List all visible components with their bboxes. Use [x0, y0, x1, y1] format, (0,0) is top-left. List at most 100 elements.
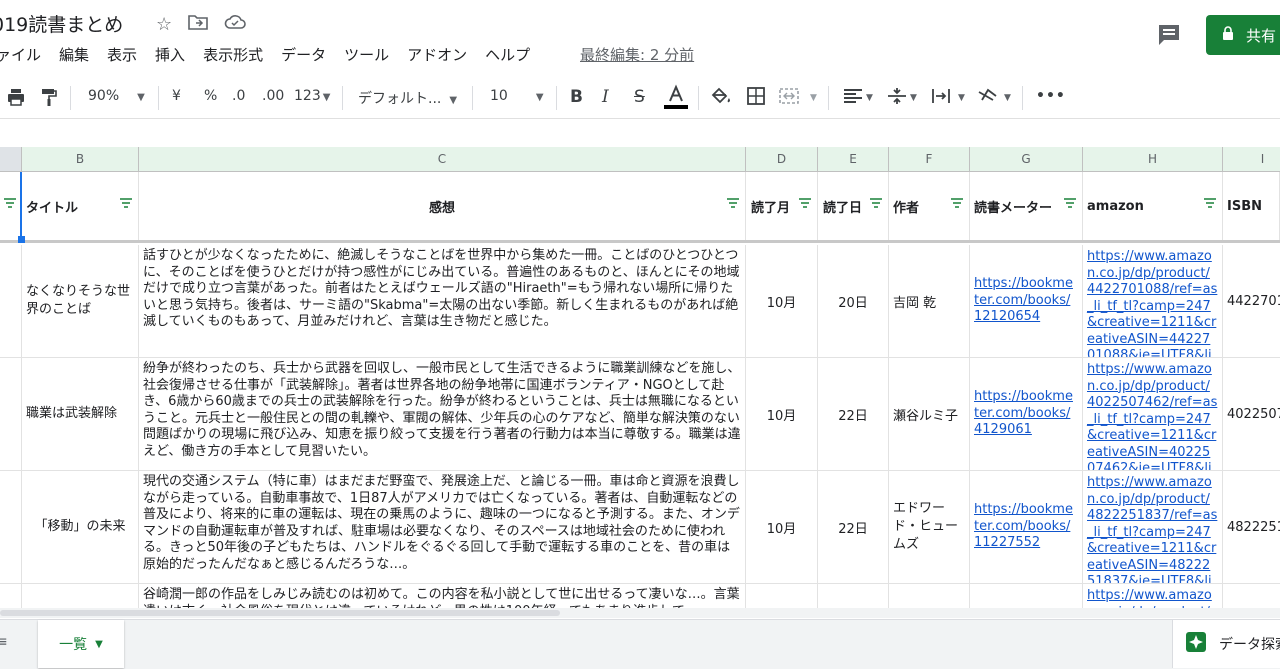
column-header-i[interactable]: I: [1223, 147, 1280, 171]
menu-edit[interactable]: 編集: [59, 44, 89, 65]
table-cell-bookmeter-link[interactable]: https://bookmeter.com/books/11227552: [970, 471, 1083, 583]
header-cell-title[interactable]: タイトル: [22, 172, 139, 240]
more-formats-select[interactable]: 123 ▼: [294, 88, 330, 104]
comments-icon[interactable]: [1156, 22, 1184, 48]
table-cell-amazon-link[interactable]: https://www.amazon.co.jp/dp/product/4101…: [1083, 584, 1223, 608]
selection-handle[interactable]: [18, 236, 25, 243]
table-cell-title[interactable]: 「移動」の未来: [22, 471, 139, 583]
table-cell-day[interactable]: 22日: [818, 358, 889, 470]
table-cell-author[interactable]: [889, 584, 970, 608]
filter-icon[interactable]: [799, 198, 811, 208]
share-button[interactable]: 共有: [1206, 15, 1280, 55]
column-header-e[interactable]: E: [818, 147, 889, 171]
zoom-select[interactable]: 90% ▼: [88, 88, 145, 104]
table-cell-isbn[interactable]: 40225074: [1223, 358, 1280, 470]
text-color-icon[interactable]: [664, 84, 688, 114]
font-size-select[interactable]: 10 ▼: [490, 88, 544, 104]
table-cell-day[interactable]: 22日: [818, 471, 889, 583]
table-cell-title[interactable]: 職業は武装解除: [22, 358, 139, 470]
filter-icon[interactable]: [1204, 198, 1216, 208]
header-cell-author[interactable]: 作者: [889, 172, 970, 240]
bold-icon[interactable]: B: [570, 87, 583, 107]
table-cell-impression[interactable]: 紛争が終わったのち、兵士から武器を回収し、一般市民として生活できるように職業訓練…: [139, 358, 746, 470]
table-cell-a[interactable]: [0, 584, 22, 608]
table-cell-day[interactable]: [818, 584, 889, 608]
column-header-g[interactable]: G: [970, 147, 1083, 171]
table-cell-impression[interactable]: 現代の交通システム（特に車）はまだまだ野蛮で、発展途上だ、と論じる一冊。車は命と…: [139, 471, 746, 583]
scrollbar-thumb[interactable]: [0, 610, 560, 616]
filter-icon[interactable]: [727, 198, 739, 208]
column-header-d[interactable]: D: [746, 147, 818, 171]
borders-icon[interactable]: [746, 86, 766, 110]
last-edit-link[interactable]: 最終編集: 2 分前: [580, 44, 694, 65]
table-cell-day[interactable]: 20日: [818, 245, 889, 357]
table-cell-a[interactable]: [0, 245, 22, 357]
menu-view[interactable]: 表示: [107, 44, 137, 65]
italic-icon[interactable]: I: [602, 87, 609, 107]
table-cell-bookmeter-link[interactable]: https://bookmeter.com/books/12120654: [970, 245, 1083, 357]
explore-button[interactable]: データ探索: [1172, 620, 1280, 668]
table-cell-a[interactable]: [0, 358, 22, 470]
filter-icon[interactable]: [120, 198, 132, 208]
table-cell-amazon-link[interactable]: https://www.amazon.co.jp/dp/product/4022…: [1083, 358, 1223, 470]
table-cell-a[interactable]: [0, 471, 22, 583]
horizontal-align-icon[interactable]: ▼: [842, 86, 876, 110]
header-cell-impression[interactable]: 感想: [139, 172, 746, 240]
table-cell-isbn[interactable]: [1223, 584, 1280, 608]
table-cell-amazon-link[interactable]: https://www.amazon.co.jp/dp/product/4822…: [1083, 471, 1223, 583]
paint-format-icon[interactable]: [40, 87, 58, 111]
table-cell-bookmeter-link[interactable]: https://bookmeter.com/books/4129061: [970, 358, 1083, 470]
table-cell-author[interactable]: エドワード・ヒュームズ: [889, 471, 970, 583]
sheet-tab-ichiran[interactable]: 一覧 ▼: [38, 620, 124, 668]
menu-file[interactable]: ァイル: [0, 44, 41, 65]
cloud-status-icon[interactable]: [224, 14, 246, 35]
filter-icon[interactable]: [951, 198, 963, 208]
more-options-icon[interactable]: •••: [1036, 88, 1066, 104]
strikethrough-icon[interactable]: S: [634, 87, 645, 107]
star-icon[interactable]: ☆: [156, 14, 172, 35]
table-cell-isbn[interactable]: 48222518: [1223, 471, 1280, 583]
column-header-b[interactable]: B: [22, 147, 139, 171]
header-cell-isbn[interactable]: ISBN: [1223, 172, 1280, 240]
filter-icon[interactable]: [1064, 198, 1076, 208]
table-cell-author[interactable]: 瀬谷ルミ子: [889, 358, 970, 470]
table-cell-amazon-link[interactable]: https://www.amazon.co.jp/dp/product/4422…: [1083, 245, 1223, 357]
decrease-decimal-button[interactable]: .0: [232, 88, 245, 104]
percent-format-button[interactable]: %: [204, 88, 217, 104]
table-cell-title[interactable]: なくなりそうな世界のことば: [22, 245, 139, 357]
menu-help[interactable]: ヘルプ: [485, 44, 530, 65]
formula-bar[interactable]: [0, 118, 1280, 148]
header-cell-day[interactable]: 読了日: [818, 172, 889, 240]
fill-color-icon[interactable]: [710, 86, 732, 110]
table-cell-bookmeter-link[interactable]: [970, 584, 1083, 608]
move-folder-icon[interactable]: [188, 14, 208, 35]
header-cell-amazon[interactable]: amazon: [1083, 172, 1223, 240]
table-cell-impression[interactable]: 谷崎潤一郎の作品をしみじみ読むのは初めて。この内容を私小説として世に出せるって凄…: [139, 584, 746, 608]
table-cell-title[interactable]: [22, 584, 139, 608]
header-cell-a[interactable]: [0, 172, 22, 240]
print-icon[interactable]: [6, 87, 26, 111]
table-cell-month[interactable]: 10月: [746, 471, 818, 583]
header-cell-bookmeter[interactable]: 読書メーター: [970, 172, 1083, 240]
chevron-down-icon[interactable]: ▼: [95, 639, 103, 650]
menu-addons[interactable]: アドオン: [407, 44, 467, 65]
all-sheets-icon[interactable]: ≡: [0, 634, 8, 650]
table-cell-author[interactable]: 吉岡 乾: [889, 245, 970, 357]
table-cell-month[interactable]: [746, 584, 818, 608]
column-header-f[interactable]: F: [889, 147, 970, 171]
font-select[interactable]: デフォルト... ▼: [358, 88, 457, 108]
header-cell-month[interactable]: 読了月: [746, 172, 818, 240]
filter-icon[interactable]: [870, 198, 882, 208]
menu-data[interactable]: データ: [281, 44, 326, 65]
merge-cells-icon[interactable]: ▼: [778, 86, 820, 110]
column-header-h[interactable]: H: [1083, 147, 1223, 171]
text-wrap-icon[interactable]: ▼: [930, 86, 968, 110]
menu-format[interactable]: 表示形式: [203, 44, 263, 65]
text-rotation-icon[interactable]: ▼: [976, 86, 1016, 110]
column-header-c[interactable]: C: [139, 147, 746, 171]
menu-tools[interactable]: ツール: [344, 44, 389, 65]
table-cell-isbn[interactable]: 44227010: [1223, 245, 1280, 357]
vertical-align-icon[interactable]: ▼: [886, 86, 920, 110]
increase-decimal-button[interactable]: .00: [262, 88, 284, 104]
table-cell-impression[interactable]: 話すひとが少なくなったために、絶滅しそうなことばを世界中から集めた一冊。ことばの…: [139, 245, 746, 357]
